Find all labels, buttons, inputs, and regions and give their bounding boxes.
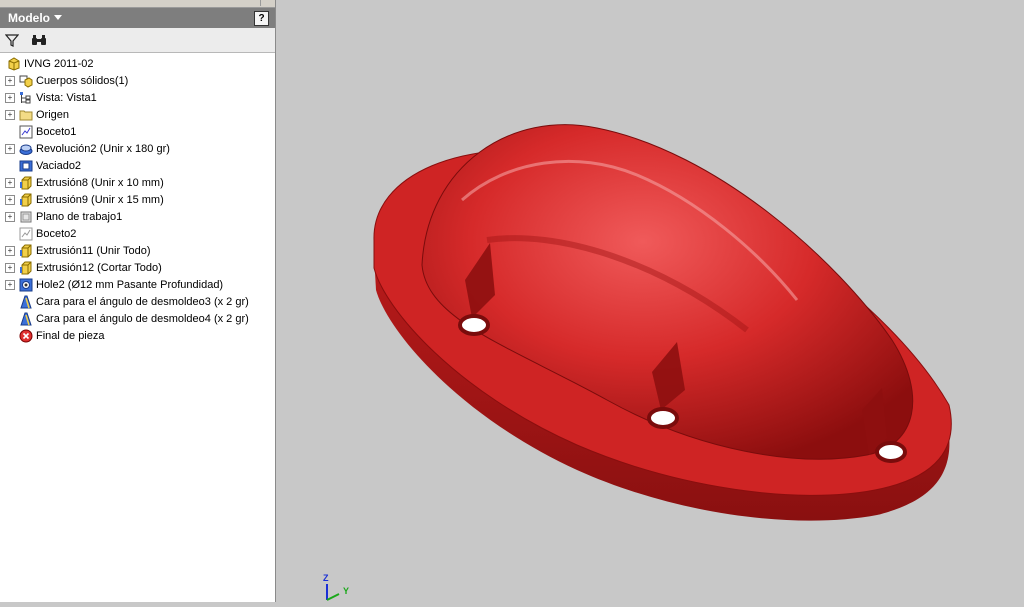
panel-header: Modelo ? xyxy=(0,8,275,28)
panel-mini-control[interactable] xyxy=(260,0,275,6)
tree-item-label: Cara para el ángulo de desmoldeo4 (x 2 g… xyxy=(36,312,249,325)
tree-item-hole2[interactable]: + Hole2 (Ø12 mm Pasante Profundidad) xyxy=(0,276,275,293)
mount-hole-right xyxy=(875,441,907,463)
tree-item-revolve2[interactable]: + Revolución2 (Unir x 180 gr) xyxy=(0,140,275,157)
extrude-icon xyxy=(20,193,32,206)
expand-toggle[interactable]: + xyxy=(5,143,15,154)
expand-toggle[interactable]: + xyxy=(5,279,15,290)
expand-toggle[interactable]: + xyxy=(5,211,15,222)
model-browser-panel: Modelo ? IVNG 2011-02 + Cuerpos sólidos(… xyxy=(0,0,276,602)
tree-item-sketch1[interactable]: Boceto1 xyxy=(0,123,275,140)
tree-item-label: Vista: Vista1 xyxy=(36,91,97,104)
tree-item-extrude9[interactable]: + Extrusión9 (Unir x 15 mm) xyxy=(0,191,275,208)
3d-viewport[interactable]: Z Y xyxy=(277,0,1024,602)
extrude-icon xyxy=(20,261,32,274)
extrude-icon xyxy=(20,176,32,189)
tree-root-label: IVNG 2011-02 xyxy=(24,57,94,70)
binoculars-icon[interactable] xyxy=(31,33,47,47)
browser-toolbar xyxy=(0,28,275,53)
tree-item-label: Origen xyxy=(36,108,70,121)
tree-item-label: Revolución2 (Unir x 180 gr) xyxy=(36,142,170,155)
draft-icon xyxy=(20,312,32,325)
tree-item-label: Boceto1 xyxy=(36,125,77,138)
triad-y-label: Y xyxy=(343,586,350,596)
sketch-icon xyxy=(19,125,33,138)
end-of-part-icon xyxy=(19,329,33,342)
hole-icon xyxy=(19,278,33,291)
extrude-icon xyxy=(20,244,32,257)
mount-hole-middle xyxy=(647,407,679,429)
tree-item-sketch2[interactable]: Boceto2 xyxy=(0,225,275,242)
tree-item-origin[interactable]: + Origen xyxy=(0,106,275,123)
tree-item-label: Cara para el ángulo de desmoldeo3 (x 2 g… xyxy=(36,295,249,308)
revolve-icon xyxy=(19,144,33,155)
panel-title: Modelo xyxy=(8,11,50,25)
filter-icon[interactable] xyxy=(5,33,19,47)
tree-item-view[interactable]: + Vista: Vista1 xyxy=(0,89,275,106)
tree-item-label: Extrusión12 (Cortar Todo) xyxy=(36,261,162,274)
expand-toggle[interactable]: + xyxy=(5,194,15,205)
work-plane-icon xyxy=(20,211,32,222)
tree-item-label: Plano de trabajo1 xyxy=(36,210,123,223)
sketch-icon xyxy=(19,227,33,240)
tree-item-label: Boceto2 xyxy=(36,227,77,240)
browser-dropdown[interactable]: Modelo xyxy=(8,11,62,25)
expand-toggle[interactable]: + xyxy=(5,245,15,256)
red-part-model xyxy=(373,124,952,521)
folder-icon xyxy=(19,110,33,120)
tree-item-label: Vaciado2 xyxy=(36,159,82,172)
tree-item-label: Hole2 (Ø12 mm Pasante Profundidad) xyxy=(36,278,224,291)
expand-toggle[interactable]: + xyxy=(5,75,15,86)
help-button[interactable]: ? xyxy=(254,10,269,26)
tree-item-label: Extrusión11 (Unir Todo) xyxy=(36,244,151,257)
tree-item-draft4[interactable]: Cara para el ángulo de desmoldeo4 (x 2 g… xyxy=(0,310,275,327)
tree-item-extrude12[interactable]: + Extrusión12 (Cortar Todo) xyxy=(0,259,275,276)
tree-item-label: Final de pieza xyxy=(36,329,105,342)
tree-item-shell2[interactable]: Vaciado2 xyxy=(0,157,275,174)
part-icon xyxy=(8,56,20,71)
expand-toggle[interactable]: + xyxy=(5,262,15,273)
expand-toggle[interactable]: + xyxy=(5,177,15,188)
expand-toggle[interactable]: + xyxy=(5,109,15,120)
feature-tree: IVNG 2011-02 + Cuerpos sólidos(1) + Vist… xyxy=(0,53,275,344)
draft-icon xyxy=(20,295,32,308)
chevron-down-icon xyxy=(54,15,62,20)
tree-item-label: Cuerpos sólidos(1) xyxy=(36,74,129,87)
triad-z-label: Z xyxy=(323,573,329,583)
tree-root[interactable]: IVNG 2011-02 xyxy=(0,55,275,72)
tree-item-work-plane1[interactable]: + Plano de trabajo1 xyxy=(0,208,275,225)
panel-top-strip xyxy=(0,0,275,8)
tree-item-extrude11[interactable]: + Extrusión11 (Unir Todo) xyxy=(0,242,275,259)
tree-item-solid-bodies[interactable]: + Cuerpos sólidos(1) xyxy=(0,72,275,89)
tree-item-draft3[interactable]: Cara para el ángulo de desmoldeo3 (x 2 g… xyxy=(0,293,275,310)
solid-bodies-icon xyxy=(19,75,33,88)
shell-icon xyxy=(19,160,33,171)
expand-toggle[interactable]: + xyxy=(5,92,15,103)
tree-item-extrude8[interactable]: + Extrusión8 (Unir x 10 mm) xyxy=(0,174,275,191)
tree-item-label: Extrusión8 (Unir x 10 mm) xyxy=(36,176,164,189)
tree-item-label: Extrusión9 (Unir x 15 mm) xyxy=(36,193,164,206)
mount-hole-left xyxy=(458,314,490,336)
tree-item-end-of-part[interactable]: Final de pieza xyxy=(0,327,275,344)
view-icon xyxy=(20,91,31,103)
